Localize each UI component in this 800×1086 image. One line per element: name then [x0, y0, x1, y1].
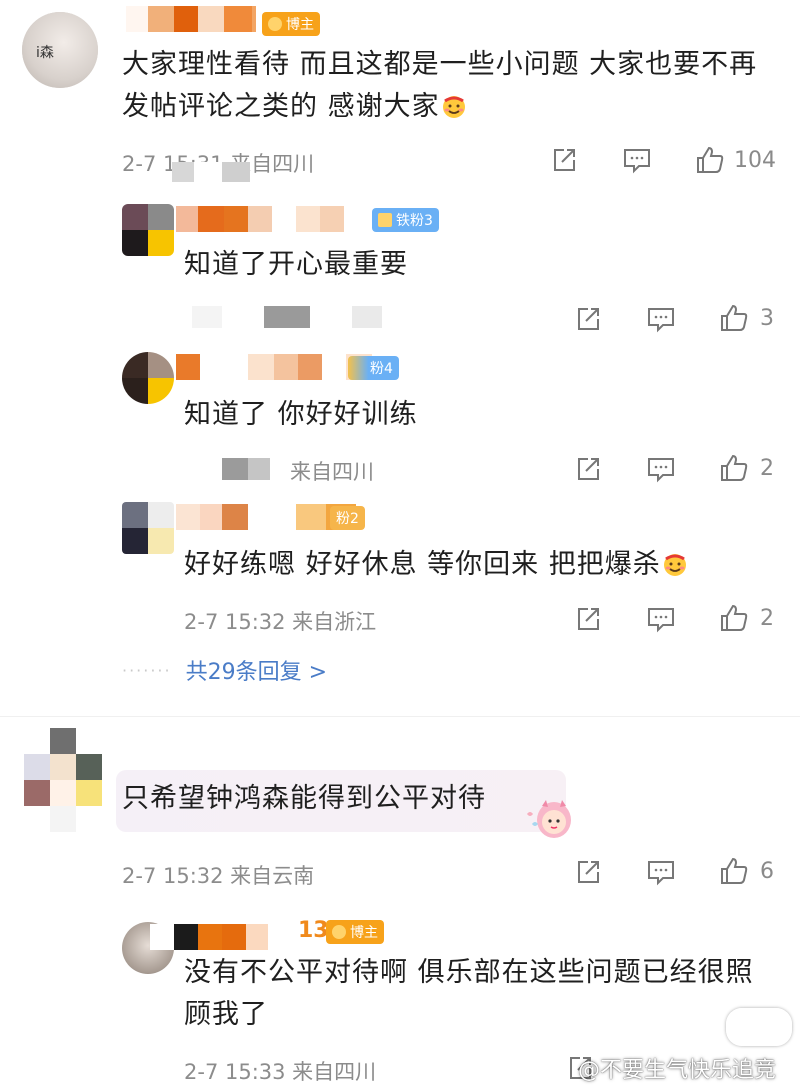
reply-text: 知道了 你好好训练	[184, 399, 418, 430]
blush-emoji	[440, 90, 468, 118]
reply-text: 知道了开心最重要	[184, 249, 408, 280]
username-blurred[interactable]	[150, 924, 290, 950]
like-icon	[697, 146, 724, 173]
share-button[interactable]	[574, 305, 602, 333]
blogger-badge: 博主	[262, 12, 320, 36]
comment-meta: 2-7 15:32 来自云南	[122, 864, 315, 888]
share-icon	[578, 608, 599, 630]
share-icon	[578, 861, 599, 883]
comment-icon	[624, 149, 650, 174]
like-icon	[721, 304, 748, 331]
fan-badge: 粉2	[330, 506, 365, 530]
like-button[interactable]: 104	[694, 144, 776, 176]
reply-meta: 2-7 15:33 来自四川	[184, 1060, 377, 1084]
more-replies-link[interactable]: ······· 共29条回复 >	[122, 654, 327, 686]
avatar[interactable]: i森	[22, 12, 98, 88]
comment-button[interactable]	[622, 146, 652, 174]
like-count: 2	[760, 605, 774, 631]
reply-meta: 2-7 15:32 来自浙江	[184, 610, 377, 634]
comment-icon	[648, 608, 674, 633]
username-blurred[interactable]	[176, 504, 356, 530]
crown-icon	[268, 17, 282, 31]
avatar[interactable]	[122, 352, 174, 404]
like-button[interactable]: 2	[718, 602, 774, 634]
share-button[interactable]	[550, 146, 578, 174]
reply-meta: 来自四川	[290, 460, 374, 484]
share-button[interactable]	[574, 858, 602, 886]
comment-text: 大家理性看待 而且这都是一些小问题 大家也要不再发帖评论之类的 感谢大家	[122, 49, 758, 122]
like-count: 2	[760, 455, 774, 481]
comment-icon	[648, 861, 674, 886]
username-blurred[interactable]	[176, 354, 372, 380]
divider	[0, 716, 800, 717]
like-button[interactable]: 6	[718, 855, 774, 887]
blush-emoji	[661, 548, 689, 576]
comment-icon	[648, 308, 674, 333]
username-blurred[interactable]	[176, 206, 352, 232]
like-count: 3	[760, 305, 774, 331]
comment-button[interactable]	[646, 455, 676, 483]
like-button[interactable]: 3	[718, 302, 774, 334]
cartoon-sticker	[524, 796, 574, 842]
reply-text: 好好练嗯 好好休息 等你回来 把把爆杀	[184, 544, 689, 586]
avatar[interactable]	[122, 204, 174, 256]
share-button[interactable]	[574, 605, 602, 633]
reply-text: 没有不公平对待啊 俱乐部在这些问题已经很照顾我了	[184, 957, 754, 1030]
fan-badge: 粉4	[348, 356, 399, 380]
like-icon	[721, 604, 748, 631]
comment-text: 只希望钟鸿森能得到公平对待	[122, 783, 486, 814]
like-count: 104	[734, 147, 776, 173]
comment-button[interactable]	[646, 305, 676, 333]
blogger-badge: 博主	[326, 920, 384, 944]
avatar[interactable]	[24, 728, 102, 832]
divider-dots: ·······	[122, 660, 172, 680]
like-count: 6	[760, 858, 774, 884]
comment-button[interactable]	[646, 605, 676, 633]
like-icon	[721, 454, 748, 481]
crown-icon	[332, 925, 346, 939]
share-icon	[554, 149, 575, 171]
like-icon	[721, 857, 748, 884]
comment-button[interactable]	[646, 858, 676, 886]
fan-badge: 铁粉3	[372, 208, 439, 232]
share-icon	[578, 308, 599, 330]
comment-icon	[648, 458, 674, 483]
share-icon	[578, 458, 599, 480]
watermark-logo	[726, 1008, 792, 1046]
like-button[interactable]: 2	[718, 452, 774, 484]
avatar[interactable]	[122, 502, 174, 554]
avatar-text: i森	[36, 45, 54, 61]
share-button[interactable]	[574, 455, 602, 483]
watermark: @不要生气快乐追竞	[578, 1058, 777, 1083]
